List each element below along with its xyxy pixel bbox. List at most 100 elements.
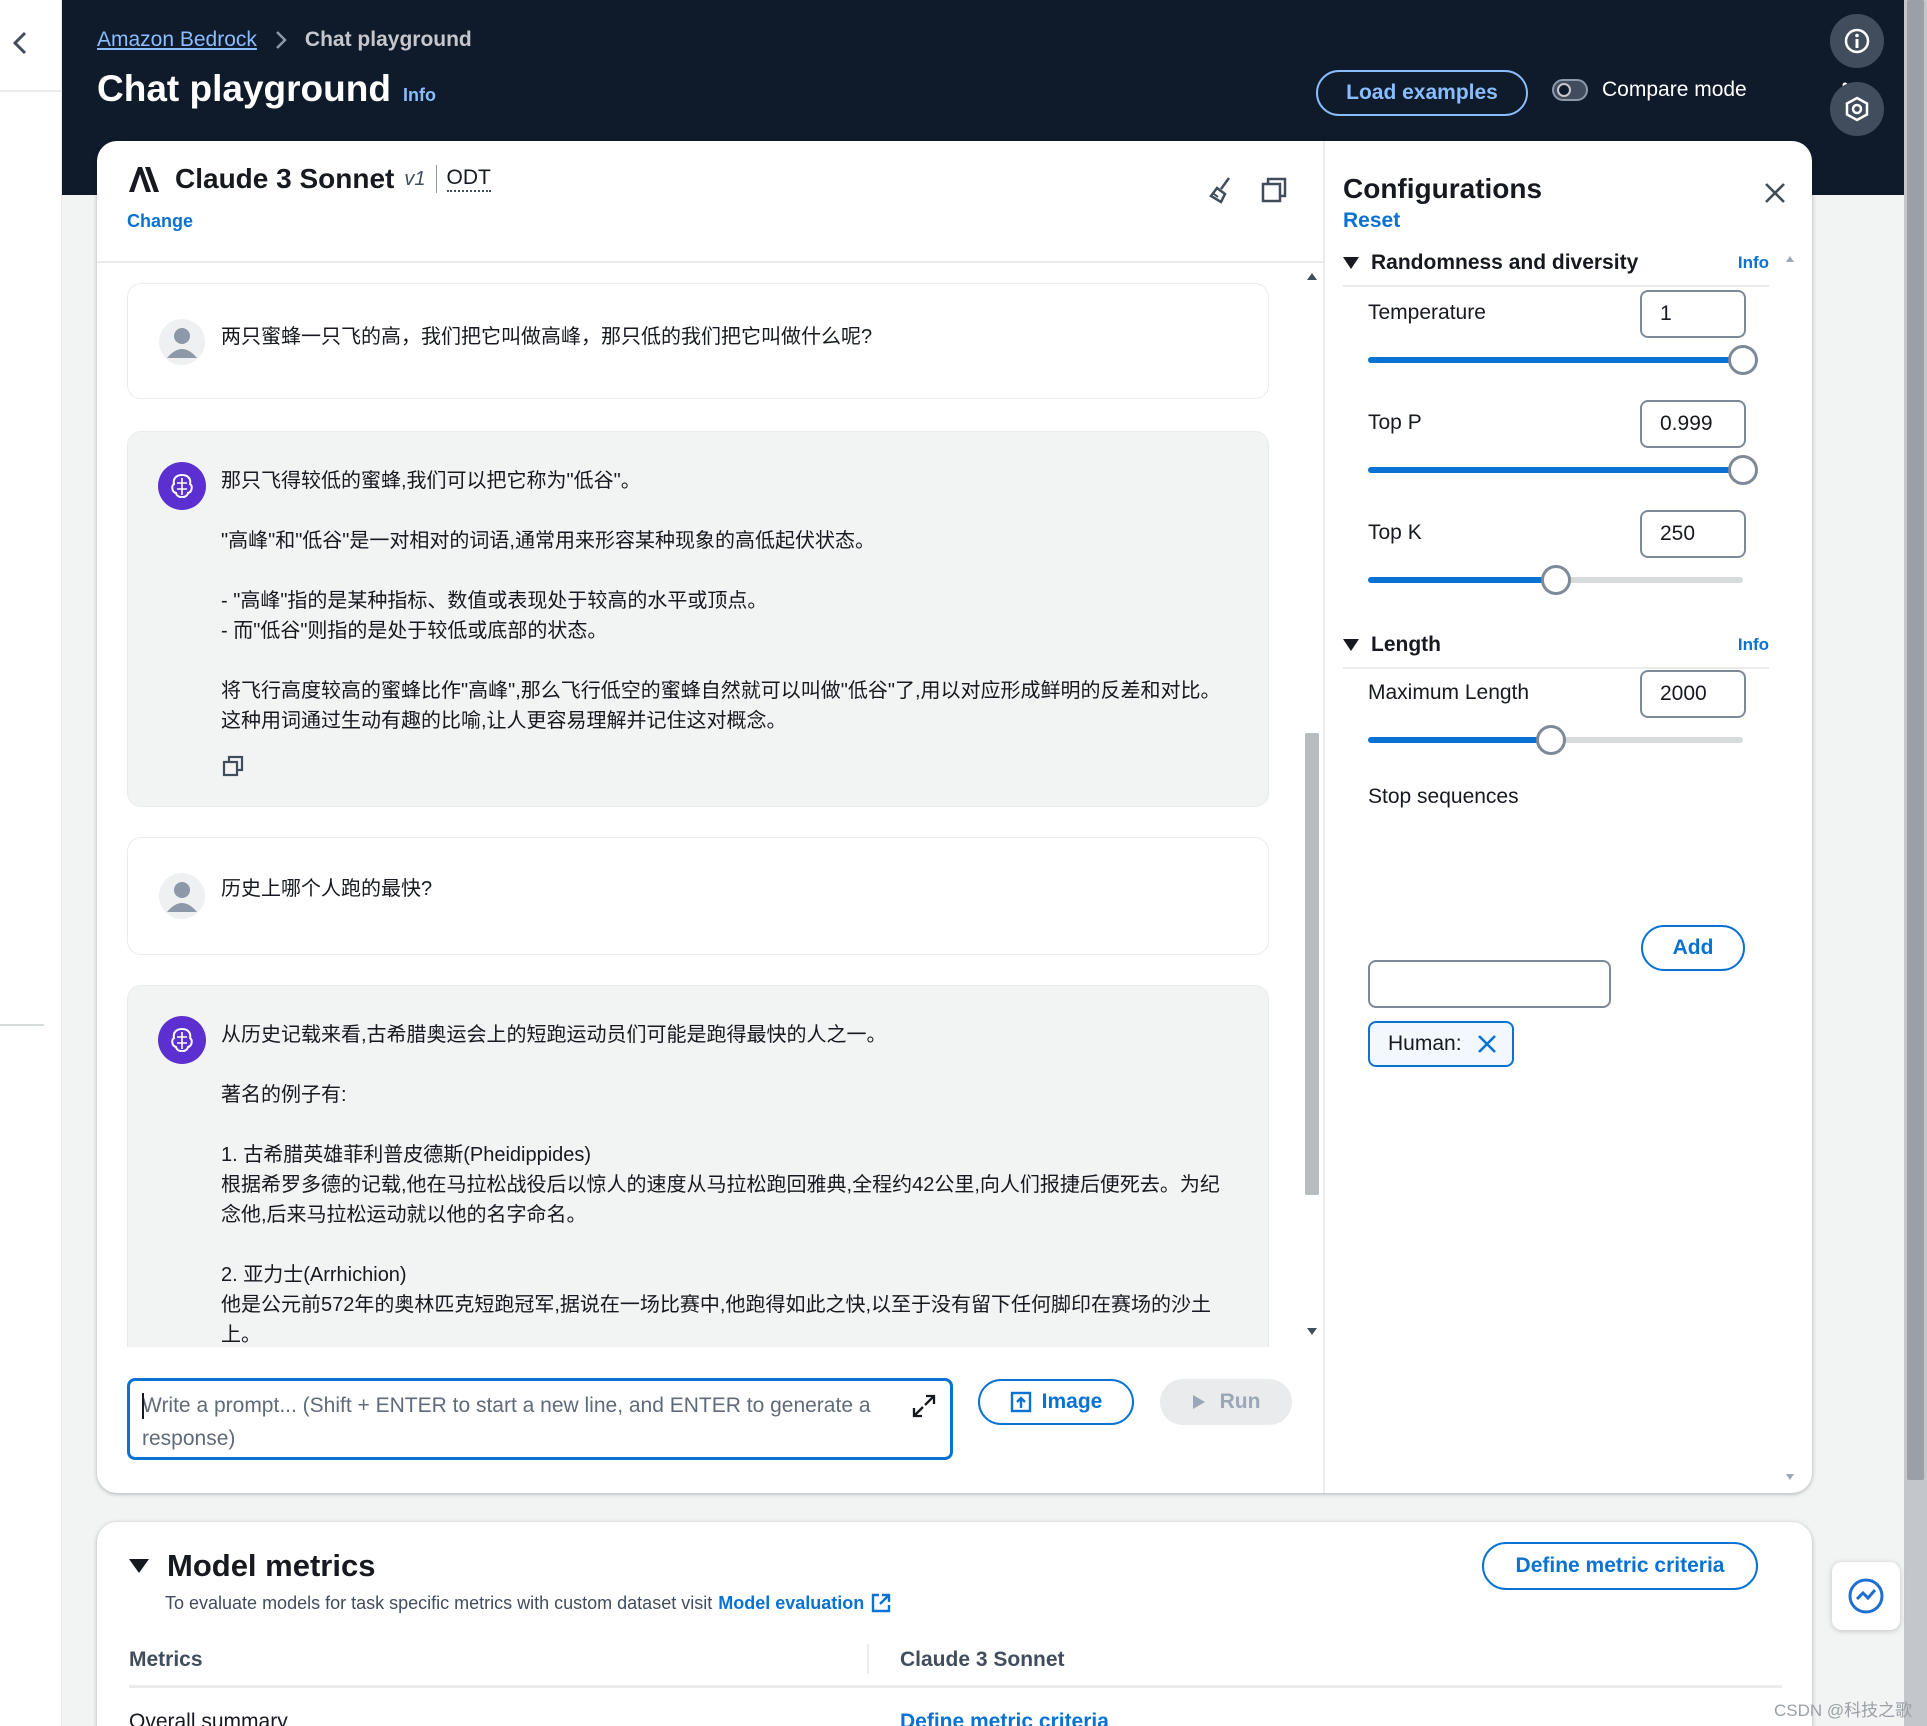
add-stop-sequence-button[interactable]: Add bbox=[1641, 925, 1745, 971]
assistant-message: 那只飞得较低的蜜蜂,我们可以把它称为"低谷"。 "高峰"和"低谷"是一对相对的词… bbox=[127, 431, 1269, 807]
breadcrumb-link-bedrock[interactable]: Amazon Bedrock bbox=[97, 28, 257, 52]
metrics-title: Model metrics bbox=[167, 1548, 376, 1583]
playground-card: Claude 3 Sonnet v1 ODT Change 两只蜜蜂一只飞的高，… bbox=[97, 141, 1812, 1493]
copy-icon[interactable] bbox=[1259, 175, 1289, 205]
model-name: Claude 3 Sonnet bbox=[175, 163, 395, 194]
user-message: 历史上哪个人跑的最快? bbox=[127, 837, 1269, 955]
chevron-right-icon bbox=[276, 31, 287, 49]
divider bbox=[435, 165, 437, 193]
metrics-description-text: To evaluate models for task specific met… bbox=[165, 1592, 713, 1613]
scroll-down-icon[interactable] bbox=[1306, 1327, 1318, 1337]
message-text: 从历史记载来看,古希腊奥运会上的短跑运动员们可能是跑得最快的人之一。 著名的例子… bbox=[221, 1024, 1220, 1346]
metric-name: Overall summary bbox=[129, 1710, 288, 1726]
feedback-widget[interactable] bbox=[1832, 1562, 1900, 1630]
info-link[interactable]: Info bbox=[403, 85, 436, 106]
remove-token-icon[interactable] bbox=[1476, 1033, 1498, 1055]
assistant-panel-button[interactable] bbox=[1830, 82, 1884, 136]
info-link[interactable]: Info bbox=[1738, 253, 1769, 273]
page-scrollbar[interactable] bbox=[1904, 0, 1927, 1726]
scroll-up-icon[interactable] bbox=[1785, 255, 1795, 263]
prompt-placeholder: Write a prompt... (Shift + ENTER to star… bbox=[142, 1394, 871, 1450]
slider-handle[interactable] bbox=[1728, 345, 1758, 375]
assistant-message: 从历史记载来看,古希腊奥运会上的短跑运动员们可能是跑得最快的人之一。 著名的例子… bbox=[127, 985, 1269, 1347]
configurations-panel: Configurations Reset Randomness and dive… bbox=[1327, 141, 1812, 1493]
slider-handle[interactable] bbox=[1536, 725, 1567, 755]
play-icon bbox=[1192, 1395, 1205, 1409]
top-p-label: Top P bbox=[1368, 411, 1422, 434]
copy-message-icon[interactable] bbox=[221, 754, 245, 778]
stop-sequence-token: Human: bbox=[1368, 1021, 1514, 1067]
max-length-slider[interactable] bbox=[1368, 725, 1743, 755]
slider-handle[interactable] bbox=[1540, 565, 1571, 595]
user-avatar-icon bbox=[159, 873, 205, 919]
page-scrollbar-thumb[interactable] bbox=[1907, 0, 1924, 1480]
token-label: Human: bbox=[1388, 1032, 1462, 1055]
scroll-up-icon[interactable] bbox=[1306, 271, 1318, 281]
nav-divider bbox=[0, 1024, 44, 1026]
section-length[interactable]: Length Info bbox=[1343, 633, 1769, 669]
close-icon[interactable] bbox=[1761, 179, 1789, 207]
info-panel-button[interactable] bbox=[1830, 14, 1884, 68]
define-metric-criteria-button[interactable]: Define metric criteria bbox=[1482, 1542, 1758, 1590]
page-title-text: Chat playground bbox=[97, 68, 391, 109]
top-p-input[interactable] bbox=[1640, 400, 1746, 448]
left-nav-rail bbox=[0, 0, 62, 1726]
info-link[interactable]: Info bbox=[1738, 635, 1769, 655]
scroll-down-icon[interactable] bbox=[1785, 1473, 1795, 1481]
clear-chat-broom-icon[interactable] bbox=[1207, 175, 1237, 205]
compare-mode-control[interactable]: Compare mode bbox=[1552, 78, 1747, 102]
hexagon-settings-icon bbox=[1845, 96, 1869, 122]
stop-sequences-label: Stop sequences bbox=[1368, 785, 1519, 808]
throughput-badge[interactable]: ODT bbox=[446, 166, 491, 192]
breadcrumb-current: Chat playground bbox=[304, 28, 472, 51]
user-message: 两只蜜蜂一只飞的高，我们把它叫做高峰，那只低的我们把它叫做什么呢? bbox=[127, 283, 1269, 399]
change-model-link[interactable]: Change bbox=[127, 211, 193, 232]
top-k-input[interactable] bbox=[1640, 510, 1746, 558]
chat-scrollbar-thumb[interactable] bbox=[1305, 733, 1319, 1195]
compare-mode-toggle[interactable] bbox=[1552, 79, 1588, 101]
info-circle-icon bbox=[1844, 28, 1870, 54]
chevron-left-icon[interactable] bbox=[6, 28, 36, 58]
model-header: Claude 3 Sonnet v1 ODT bbox=[127, 163, 491, 195]
chart-bubble-icon bbox=[1848, 1578, 1884, 1614]
top-p-slider[interactable] bbox=[1368, 455, 1758, 485]
load-examples-button[interactable]: Load examples bbox=[1316, 70, 1528, 116]
upload-image-button[interactable]: Image bbox=[978, 1379, 1134, 1425]
slider-handle[interactable] bbox=[1727, 455, 1758, 485]
compare-mode-label: Compare mode bbox=[1602, 78, 1747, 101]
temperature-label: Temperature bbox=[1368, 301, 1486, 324]
caret-down-icon bbox=[1343, 257, 1359, 269]
upload-image-icon bbox=[1010, 1391, 1031, 1413]
temperature-input[interactable] bbox=[1640, 290, 1746, 338]
metrics-section-toggle[interactable]: Model metrics bbox=[129, 1548, 375, 1584]
chat-pane: Claude 3 Sonnet v1 ODT Change 两只蜜蜂一只飞的高，… bbox=[97, 141, 1325, 1493]
chat-transcript[interactable]: 两只蜜蜂一只飞的高，我们把它叫做高峰，那只低的我们把它叫做什么呢? 那只飞得较低… bbox=[97, 263, 1325, 1347]
reset-link[interactable]: Reset bbox=[1343, 209, 1400, 233]
prompt-input[interactable]: Write a prompt... (Shift + ENTER to star… bbox=[127, 1378, 953, 1460]
run-button-label: Run bbox=[1219, 1390, 1261, 1413]
top-k-slider[interactable] bbox=[1368, 565, 1743, 595]
section-randomness[interactable]: Randomness and diversity Info bbox=[1343, 251, 1769, 287]
stop-sequence-input[interactable] bbox=[1368, 960, 1611, 1008]
metrics-description: To evaluate models for task specific met… bbox=[165, 1592, 892, 1614]
run-button[interactable]: Run bbox=[1160, 1379, 1292, 1425]
max-length-label: Maximum Length bbox=[1368, 681, 1530, 704]
breadcrumb: Amazon Bedrock Chat playground bbox=[97, 28, 472, 52]
config-scrollbar[interactable] bbox=[1779, 253, 1801, 1485]
model-evaluation-link[interactable]: Model evaluation bbox=[718, 1593, 864, 1614]
user-avatar-icon bbox=[159, 319, 205, 365]
define-metric-criteria-link[interactable]: Define metric criteria bbox=[900, 1710, 1109, 1726]
page-title: Chat playground Info bbox=[97, 68, 436, 110]
metrics-table-header: Metrics Claude 3 Sonnet bbox=[129, 1638, 1782, 1688]
watermark: CSDN @科技之歌 bbox=[1774, 1701, 1913, 1720]
expand-icon[interactable] bbox=[911, 1393, 937, 1419]
anthropic-logo-icon bbox=[129, 167, 159, 192]
caret-down-icon bbox=[129, 1559, 149, 1573]
external-link-icon[interactable] bbox=[870, 1592, 892, 1614]
max-length-input[interactable] bbox=[1640, 670, 1746, 718]
assistant-avatar-icon bbox=[158, 1016, 206, 1064]
chat-scrollbar[interactable] bbox=[1301, 263, 1323, 1345]
model-metrics-card: Model metrics To evaluate models for tas… bbox=[97, 1522, 1812, 1726]
top-k-label: Top K bbox=[1368, 521, 1422, 544]
temperature-slider[interactable] bbox=[1368, 345, 1758, 375]
